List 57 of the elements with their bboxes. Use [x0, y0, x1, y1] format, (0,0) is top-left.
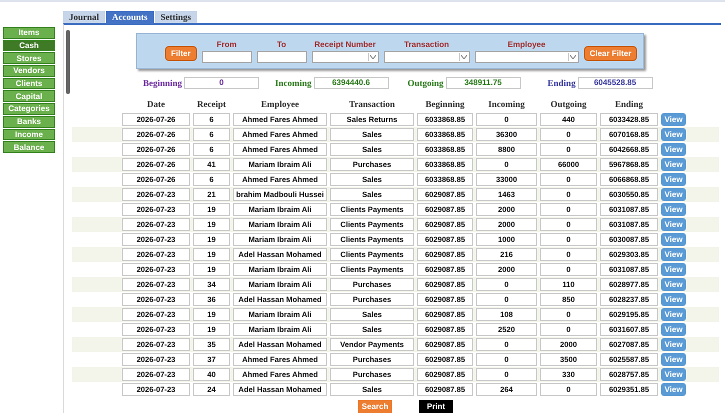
column-header: Receipt: [196, 99, 227, 111]
sidebar-item[interactable]: Cash: [3, 40, 55, 52]
field-label: Receipt Number: [314, 40, 376, 49]
tab[interactable]: Settings: [154, 11, 198, 23]
view-button[interactable]: View: [661, 308, 686, 321]
sidebar-item[interactable]: Capital: [3, 90, 55, 102]
sidebar-item[interactable]: Stores: [3, 52, 55, 64]
sidebar-item[interactable]: Balance: [3, 141, 55, 153]
field-label: To: [276, 40, 286, 49]
view-button[interactable]: View: [661, 278, 686, 291]
view-button[interactable]: View: [661, 158, 686, 171]
summary-label: Beginning: [143, 78, 182, 88]
sidebar-item[interactable]: Vendors: [3, 65, 55, 77]
view-button[interactable]: View: [661, 173, 686, 186]
sidebar-item[interactable]: Clients: [3, 78, 55, 90]
column-header: Outgoing: [549, 99, 588, 111]
clear-filter-button[interactable]: Clear Filter: [584, 46, 638, 61]
view-button[interactable]: View: [661, 233, 686, 246]
view-button[interactable]: View: [661, 293, 686, 306]
print-button[interactable]: Print: [419, 400, 453, 413]
view-button[interactable]: View: [661, 338, 686, 351]
filter-button[interactable]: Filter: [165, 46, 197, 61]
view-button[interactable]: View: [661, 203, 686, 216]
summary-value-field: 6045528.85: [578, 76, 653, 88]
view-button[interactable]: View: [661, 218, 686, 231]
sidebar-item[interactable]: Items: [3, 27, 55, 39]
column-header: Incoming: [487, 99, 526, 111]
field-label: Employee: [508, 40, 546, 49]
column-header: Transaction: [348, 99, 396, 111]
view-button[interactable]: View: [661, 383, 686, 396]
column-header: Ending: [614, 99, 644, 111]
sidebar-item[interactable]: Income: [3, 128, 55, 140]
summary-label: Outgoing: [408, 78, 444, 88]
field-label: Transaction: [404, 40, 450, 49]
column-header: Beginning: [424, 99, 466, 111]
summary-value-field: 6394440.6: [314, 76, 389, 88]
sidebar-item[interactable]: Categories: [3, 103, 55, 115]
tab[interactable]: Journal: [63, 11, 106, 23]
view-button[interactable]: View: [661, 263, 686, 276]
sidebar-item[interactable]: Banks: [3, 116, 55, 128]
column-header: Employee: [260, 99, 300, 111]
summary-value-field: 348911.75: [446, 76, 521, 88]
field-label: From: [216, 40, 237, 49]
summary-label: Ending: [548, 78, 576, 88]
view-button[interactable]: View: [661, 143, 686, 156]
view-button[interactable]: View: [661, 323, 686, 336]
view-button[interactable]: View: [661, 353, 686, 366]
view-button[interactable]: View: [661, 188, 686, 201]
search-button[interactable]: Search: [358, 400, 392, 413]
view-button[interactable]: View: [661, 248, 686, 261]
column-header: Date: [146, 99, 166, 111]
tab[interactable]: Accounts: [106, 11, 154, 23]
view-button[interactable]: View: [661, 113, 686, 126]
summary-label: Incoming: [275, 78, 312, 88]
view-button[interactable]: View: [661, 128, 686, 141]
view-button[interactable]: View: [661, 368, 686, 381]
summary-value-field: 0: [184, 76, 260, 88]
